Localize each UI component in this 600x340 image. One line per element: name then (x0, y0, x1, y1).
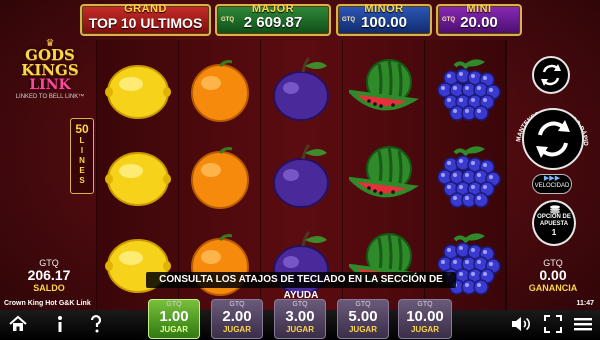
grapes-icon (425, 137, 507, 217)
bet-action: JUGAR (159, 325, 188, 334)
logo-tagline: LINKED TO BELL LINK™ (15, 94, 85, 100)
balance-label: SALDO (33, 283, 65, 293)
bet-value: 3.00 (285, 308, 315, 325)
balance-value: 206.17 (27, 267, 71, 283)
refresh-icon (541, 64, 561, 86)
watermelon-icon (343, 224, 425, 304)
bet-button-2[interactable]: GTQ 2.00 JUGAR (211, 299, 263, 339)
jackpot-major-value: 2 609.87 (243, 14, 303, 31)
bet-action: JUGAR (410, 325, 439, 334)
bet-action: JUGAR (348, 325, 377, 334)
game-logo: ♛ GODS KINGS LINK LINKED TO BELL LINK™ (10, 39, 90, 101)
orange-icon (179, 50, 261, 130)
jackpot-grand: GRAND TOP 10 ULTIMOS (80, 3, 211, 36)
autoplay-button[interactable] (532, 56, 570, 94)
grapes-icon (425, 50, 507, 130)
menu-button[interactable] (573, 314, 593, 336)
orange-icon (179, 137, 261, 217)
lemon-icon (97, 137, 179, 217)
bet-button-1[interactable]: GTQ 1.00 JUGAR (148, 299, 200, 339)
speed-arrows-icon: ▶▶▶ (543, 175, 561, 182)
win-label: GANANCIA (528, 283, 578, 293)
game-name: Crown King Hot G&K Link (4, 300, 91, 307)
jackpot-grand-value: TOP 10 ULTIMOS (88, 15, 203, 31)
speaker-icon (512, 317, 530, 331)
bet-button-5[interactable]: GTQ 5.00 JUGAR (337, 299, 389, 339)
bet-value: 5.00 (348, 308, 378, 325)
lines-word-letter: I (80, 146, 84, 155)
fullscreen-icon (544, 315, 562, 333)
bet-value: 2.00 (222, 308, 252, 325)
watermelon-icon (343, 137, 425, 217)
logo-line-3: LINK (29, 77, 71, 93)
lines-word-letter: S (79, 176, 85, 185)
bet-action: JUGAR (222, 325, 251, 334)
lines-count: 50 (75, 122, 89, 136)
hamburger-menu-icon (574, 318, 592, 331)
coin-stack-icon (550, 205, 560, 214)
sound-button[interactable] (510, 314, 532, 336)
home-button[interactable] (8, 314, 28, 336)
fullscreen-button[interactable] (543, 314, 563, 336)
plum-icon (261, 137, 343, 217)
info-button[interactable] (52, 314, 68, 336)
bet-button-10[interactable]: GTQ 10.00 JUGAR (398, 299, 452, 339)
speed-label: VELOCIDAD (534, 183, 570, 189)
lemon-icon (97, 50, 179, 130)
keyboard-shortcuts-notice: CONSULTA LOS ATAJOS DE TECLADO EN LA SEC… (146, 272, 456, 301)
lines-word-letter: E (79, 166, 85, 175)
bet-action: JUGAR (285, 325, 314, 334)
bet-value: 10.00 (406, 308, 444, 325)
bet-option-label-2: APUESTA (539, 221, 569, 227)
win-value: 0.00 (539, 267, 567, 283)
home-icon (9, 315, 27, 331)
speed-toggle[interactable]: ▶▶▶ VELOCIDAD (532, 174, 572, 194)
win-panel: GTQ 0.00 GANANCIA (517, 258, 589, 293)
lemon-icon (97, 224, 179, 304)
help-button[interactable] (88, 314, 104, 336)
watermelon-icon (343, 50, 425, 130)
orange-icon (179, 224, 261, 304)
balance-panel: GTQ 206.17 SALDO (14, 258, 84, 293)
bet-value: 1.00 (159, 308, 189, 325)
spin-arrows-icon (536, 120, 570, 158)
bet-button-3[interactable]: GTQ 3.00 JUGAR (274, 299, 326, 339)
grapes-icon (425, 224, 507, 304)
jackpot-minor: MINOR GTQ 100.00 (336, 3, 432, 36)
lines-indicator: 50 L I N E S (70, 118, 94, 194)
jackpot-mini-value: 20.00 (460, 14, 498, 31)
clock: 11:47 (576, 300, 594, 307)
bet-option-value: 1 (551, 228, 557, 237)
plum-icon (261, 50, 343, 130)
jackpot-minor-value: 100.00 (361, 14, 407, 31)
lines-word-letter: L (79, 136, 85, 145)
logo-line-2: KINGS (21, 61, 79, 79)
spin-button[interactable] (522, 108, 584, 170)
bet-option-label-1: OPCIÓN DE (537, 214, 571, 220)
lines-word-letter: N (79, 156, 85, 165)
bet-option-button[interactable]: OPCIÓN DE APUESTA 1 (532, 200, 576, 246)
jackpot-grand-label: GRAND (124, 3, 167, 15)
jackpot-major: MAJOR GTQ 2 609.87 (215, 3, 331, 36)
jackpot-mini: MINI GTQ 20.00 (436, 3, 522, 36)
help-icon (90, 315, 102, 333)
info-icon (58, 316, 62, 332)
